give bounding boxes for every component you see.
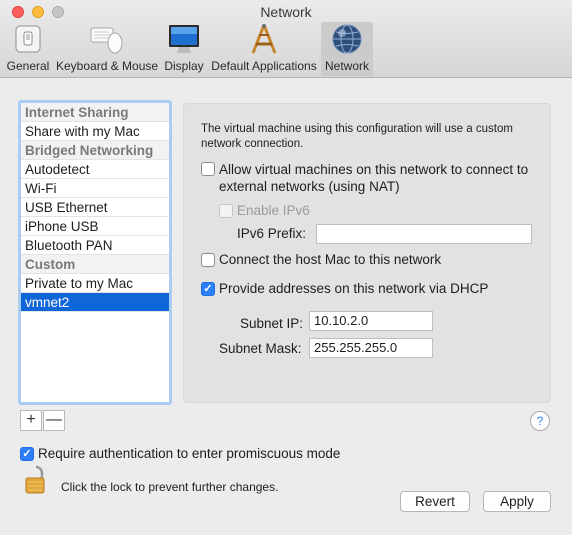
list-item-wifi[interactable]: Wi-Fi	[21, 179, 169, 198]
subnet-ip-input[interactable]: 10.10.2.0	[309, 311, 433, 331]
connect-host-label: Connect the host Mac to this network	[219, 252, 442, 267]
list-item-private-to-my-mac[interactable]: Private to my Mac	[21, 274, 169, 293]
toolbar-display[interactable]: Display	[162, 22, 206, 76]
help-button[interactable]: ?	[530, 411, 550, 431]
lock-status-text: Click the lock to prevent further change…	[61, 480, 279, 494]
window-titlebar: Network General Keyboard & Mouse Display	[0, 0, 572, 78]
panel-description: The virtual machine using this configura…	[201, 123, 513, 150]
apply-button[interactable]: Apply	[483, 491, 551, 512]
list-item-iphone-usb[interactable]: iPhone USB	[21, 217, 169, 236]
list-header-custom: Custom	[21, 255, 169, 274]
add-network-button[interactable]: +	[20, 410, 42, 431]
connect-host-checkbox[interactable]	[201, 253, 215, 267]
promiscuous-checkbox[interactable]: ✓	[20, 447, 34, 461]
list-item-usb-ethernet[interactable]: USB Ethernet	[21, 198, 169, 217]
remove-network-button[interactable]: —	[43, 410, 65, 431]
toolbar-network[interactable]: Network	[321, 22, 373, 76]
nat-label: Allow virtual machines on this network t…	[219, 162, 529, 194]
enable-ipv6-checkbox[interactable]	[219, 204, 233, 218]
revert-button[interactable]: Revert	[400, 491, 470, 512]
default-applications-icon	[251, 24, 277, 54]
promiscuous-label: Require authentication to enter promiscu…	[38, 446, 341, 461]
dhcp-checkbox[interactable]: ✓	[201, 282, 215, 296]
toolbar-keyboard-mouse[interactable]: Keyboard & Mouse	[56, 22, 158, 76]
toolbar-default-applications[interactable]: Default Applications	[210, 22, 318, 76]
display-icon	[169, 25, 199, 53]
list-header-bridged-networking: Bridged Networking	[21, 141, 169, 160]
lock-icon[interactable]	[24, 464, 48, 496]
list-item-vmnet2[interactable]: vmnet2	[21, 293, 169, 312]
subnet-mask-input[interactable]: 255.255.255.0	[309, 338, 433, 358]
list-item-autodetect[interactable]: Autodetect	[21, 160, 169, 179]
subnet-mask-label: Subnet Mask:	[219, 341, 302, 356]
subnet-ip-label: Subnet IP:	[240, 316, 304, 331]
list-item-share-with-my-mac[interactable]: Share with my Mac	[21, 122, 169, 141]
network-globe-icon	[332, 24, 362, 54]
ipv6-prefix-input[interactable]	[316, 224, 532, 244]
keyboard-mouse-icon	[90, 27, 123, 54]
list-item-bluetooth-pan[interactable]: Bluetooth PAN	[21, 236, 169, 255]
general-icon	[15, 25, 41, 53]
list-header-internet-sharing: Internet Sharing	[21, 103, 169, 122]
window-title: Network	[260, 4, 312, 20]
dhcp-label: Provide addresses on this network via DH…	[219, 281, 489, 296]
enable-ipv6-label: Enable IPv6	[237, 203, 310, 218]
ipv6-prefix-label: IPv6 Prefix:	[237, 226, 307, 241]
toolbar-general[interactable]: General	[4, 22, 52, 76]
nat-checkbox[interactable]	[201, 162, 215, 176]
network-list[interactable]: Internet Sharing Share with my Mac Bridg…	[18, 100, 172, 405]
